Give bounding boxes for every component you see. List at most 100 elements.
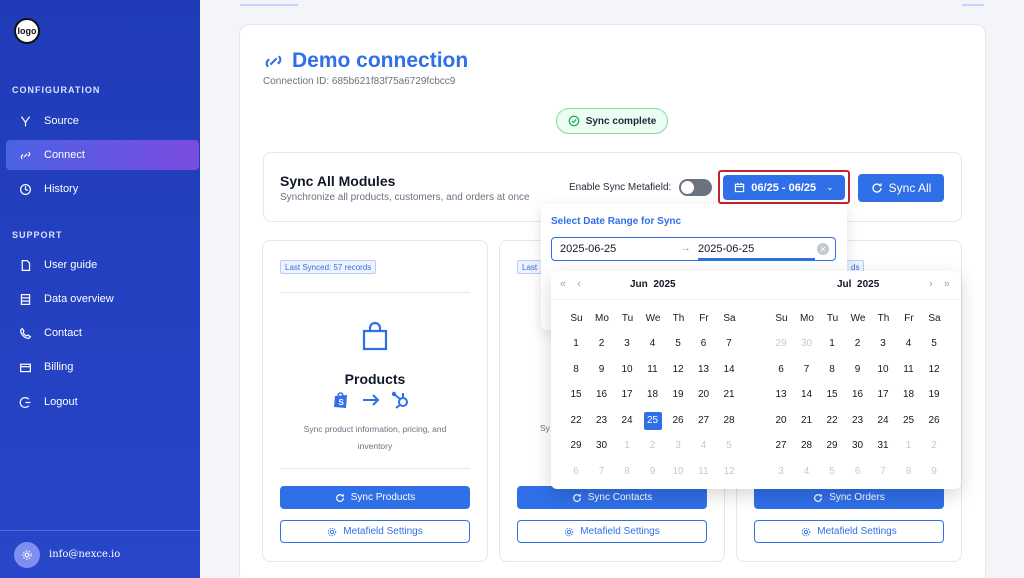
- calendar-day[interactable]: 1: [618, 437, 636, 455]
- calendar-day[interactable]: 4: [695, 437, 713, 455]
- calendar-day[interactable]: 29: [567, 437, 585, 455]
- sidebar-item-logout[interactable]: Logout: [6, 387, 199, 417]
- calendar-day[interactable]: 6: [567, 463, 585, 481]
- calendar-day[interactable]: 23: [849, 412, 867, 430]
- calendar-day[interactable]: 9: [593, 361, 611, 379]
- calendar-day[interactable]: 30: [849, 437, 867, 455]
- calendar-day[interactable]: 7: [798, 361, 816, 379]
- calendar-day[interactable]: 29: [823, 437, 841, 455]
- calendar-day[interactable]: 6: [695, 335, 713, 353]
- calendar-day[interactable]: 5: [823, 463, 841, 481]
- avatar[interactable]: [14, 541, 40, 568]
- calendar-day[interactable]: 1: [567, 335, 585, 353]
- sidebar-item-history[interactable]: History: [6, 174, 199, 204]
- calendar-day[interactable]: 4: [798, 463, 816, 481]
- sync-all-button[interactable]: Sync All: [858, 174, 944, 202]
- calendar-day[interactable]: 30: [593, 437, 611, 455]
- clear-icon[interactable]: ✕: [817, 243, 829, 255]
- sidebar-item-user-guide[interactable]: User guide: [6, 250, 199, 280]
- calendar-day[interactable]: 17: [618, 386, 636, 404]
- calendar-day[interactable]: 2: [593, 335, 611, 353]
- calendar-day[interactable]: 4: [644, 335, 662, 353]
- calendar-day[interactable]: 8: [823, 361, 841, 379]
- sidebar-item-data-overview[interactable]: Data overview: [6, 284, 199, 314]
- calendar-day[interactable]: 27: [695, 412, 713, 430]
- calendar-day[interactable]: 13: [695, 361, 713, 379]
- calendar-day[interactable]: 28: [720, 412, 738, 430]
- calendar-day[interactable]: 26: [669, 412, 687, 430]
- calendar-day[interactable]: 14: [720, 361, 738, 379]
- calendar-day[interactable]: 29: [772, 335, 790, 353]
- calendar-day[interactable]: 11: [695, 463, 713, 481]
- calendar-day[interactable]: 10: [669, 463, 687, 481]
- calendar-day[interactable]: 22: [567, 412, 585, 430]
- calendar-day[interactable]: 9: [849, 361, 867, 379]
- sync-products-button[interactable]: Sync Products: [280, 486, 470, 509]
- month-label[interactable]: Jun: [630, 279, 648, 290]
- sidebar-item-contact[interactable]: Contact: [6, 318, 199, 348]
- calendar-day[interactable]: 5: [925, 335, 943, 353]
- calendar-day[interactable]: 6: [772, 361, 790, 379]
- year-label[interactable]: 2025: [653, 279, 675, 290]
- metafield-settings-button[interactable]: Metafield Settings: [754, 520, 944, 543]
- calendar-day[interactable]: 25: [643, 411, 662, 430]
- calendar-day[interactable]: 2: [849, 335, 867, 353]
- calendar-day[interactable]: 24: [618, 412, 636, 430]
- calendar-day[interactable]: 11: [644, 361, 662, 379]
- calendar-day[interactable]: 1: [823, 335, 841, 353]
- calendar-day[interactable]: 2: [644, 437, 662, 455]
- metafield-toggle[interactable]: [679, 179, 712, 196]
- calendar-day[interactable]: 7: [874, 463, 892, 481]
- calendar-day[interactable]: 12: [720, 463, 738, 481]
- calendar-day[interactable]: 6: [849, 463, 867, 481]
- calendar-day[interactable]: 10: [874, 361, 892, 379]
- year-label[interactable]: 2025: [857, 279, 879, 290]
- sync-contacts-button[interactable]: Sync Contacts: [517, 486, 707, 509]
- calendar-day[interactable]: 18: [900, 386, 918, 404]
- calendar-day[interactable]: 28: [798, 437, 816, 455]
- next-month-nav[interactable]: › »: [929, 278, 954, 290]
- calendar-day[interactable]: 26: [925, 412, 943, 430]
- calendar-day[interactable]: 12: [925, 361, 943, 379]
- calendar-day[interactable]: 3: [669, 437, 687, 455]
- calendar-day[interactable]: 10: [618, 361, 636, 379]
- sidebar-item-connect[interactable]: Connect: [6, 140, 199, 170]
- calendar-day[interactable]: 12: [669, 361, 687, 379]
- calendar-day[interactable]: 18: [644, 386, 662, 404]
- calendar-day[interactable]: 9: [644, 463, 662, 481]
- calendar-day[interactable]: 8: [567, 361, 585, 379]
- calendar-day[interactable]: 15: [823, 386, 841, 404]
- start-date-input[interactable]: 2025-06-25: [560, 243, 616, 255]
- calendar-day[interactable]: 2: [925, 437, 943, 455]
- calendar-day[interactable]: 21: [798, 412, 816, 430]
- metafield-settings-button[interactable]: Metafield Settings: [517, 520, 707, 543]
- sidebar-item-source[interactable]: Source: [6, 106, 199, 136]
- calendar-day[interactable]: 16: [593, 386, 611, 404]
- calendar-day[interactable]: 15: [567, 386, 585, 404]
- calendar-day[interactable]: 25: [900, 412, 918, 430]
- calendar-day[interactable]: 31: [874, 437, 892, 455]
- calendar-day[interactable]: 13: [772, 386, 790, 404]
- calendar-day[interactable]: 1: [900, 437, 918, 455]
- calendar-day[interactable]: 19: [925, 386, 943, 404]
- sync-orders-button[interactable]: Sync Orders: [754, 486, 944, 509]
- calendar-day[interactable]: 16: [849, 386, 867, 404]
- calendar-day[interactable]: 8: [618, 463, 636, 481]
- month-label[interactable]: Jul: [837, 279, 851, 290]
- calendar-day[interactable]: 9: [925, 463, 943, 481]
- calendar-day[interactable]: 7: [720, 335, 738, 353]
- end-date-input[interactable]: 2025-06-25: [698, 243, 754, 255]
- calendar-day[interactable]: 4: [900, 335, 918, 353]
- logo[interactable]: logo: [14, 18, 40, 44]
- date-range-button[interactable]: 06/25 - 06/25 ⌄: [723, 175, 845, 200]
- metafield-settings-button[interactable]: Metafield Settings: [280, 520, 470, 543]
- calendar-day[interactable]: 7: [593, 463, 611, 481]
- calendar-day[interactable]: 20: [772, 412, 790, 430]
- calendar-day[interactable]: 22: [823, 412, 841, 430]
- calendar-day[interactable]: 23: [593, 412, 611, 430]
- calendar-day[interactable]: 3: [772, 463, 790, 481]
- calendar-day[interactable]: 19: [669, 386, 687, 404]
- calendar-day[interactable]: 5: [669, 335, 687, 353]
- calendar-day[interactable]: 24: [874, 412, 892, 430]
- calendar-day[interactable]: 11: [900, 361, 918, 379]
